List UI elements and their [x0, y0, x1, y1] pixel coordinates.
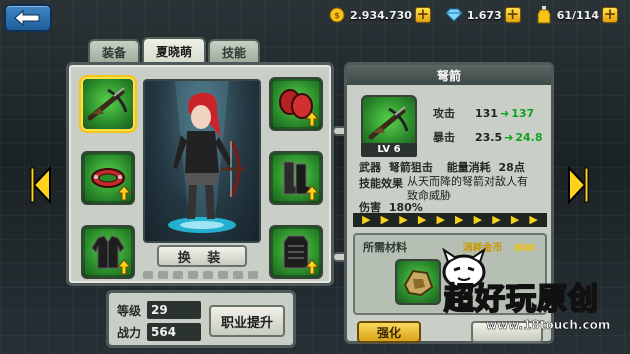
energy-label: 能量消耗 [446, 161, 491, 174]
attack-row: 攻击 131 ➜ 137 [433, 105, 534, 121]
energy-value: 28点 [498, 161, 525, 174]
crit-label: 暴击 [433, 131, 455, 144]
weapon-line: 武器 弩箭狙击 能量消耗 28点 [359, 159, 525, 175]
increase-arrow-icon: ➜ [499, 106, 510, 120]
back-arrow-icon [14, 9, 40, 27]
item-level-badge: LV 6 [361, 143, 417, 157]
resource-bar: $ 2.934.730 + 1.673 + 61/114 + [328, 4, 618, 26]
chevron-icon: ▶ [380, 213, 390, 226]
indicator-dot [173, 271, 183, 279]
attack-old-value: 131 [475, 106, 498, 120]
power-value: 564 [147, 323, 202, 341]
slot-vest[interactable] [269, 225, 323, 279]
svg-text:$: $ [334, 11, 340, 20]
upgrade-arrow-icon [305, 259, 319, 275]
upgrade-arrow-icon [117, 259, 131, 275]
upgrade-arrow-icon [305, 185, 319, 201]
diamond-amount: 1.673 [466, 8, 502, 22]
slot-gloves[interactable] [269, 77, 323, 131]
ore-material-icon [403, 269, 434, 297]
crit-old-value: 23.5 [475, 130, 503, 144]
next-character-button[interactable] [567, 165, 589, 205]
slot-boots[interactable] [269, 151, 323, 205]
enhance-button[interactable]: 强化 [357, 321, 421, 343]
chevron-icon: ▶ [455, 213, 464, 226]
add-diamond-button[interactable]: + [504, 7, 521, 23]
add-gold-button[interactable]: + [414, 7, 431, 23]
gold-resource: $ 2.934.730 + [328, 5, 431, 25]
character-stats-box: 等级 29 战力 564 职业提升 [106, 290, 296, 348]
watermark-url: www.18touch.com [486, 318, 611, 333]
watermark-text: 超好玩原创 [443, 281, 599, 318]
slot-crossbow[interactable] [81, 77, 135, 131]
slot-jacket[interactable] [81, 225, 135, 279]
character-tabs: 装备 夏晓萌 技能 [88, 37, 261, 63]
weapon-value: 弩箭狙击 [388, 161, 433, 174]
gold-amount: 2.934.730 [349, 8, 412, 22]
outfit-indicator-dots [143, 271, 258, 279]
swap-outfit-button[interactable]: 换 装 [157, 245, 247, 267]
arrow-right-icon [568, 165, 589, 205]
tab-character[interactable]: 夏晓萌 [142, 37, 207, 63]
chevron-icon: ▶ [362, 213, 371, 226]
chevron-icon: ▶ [417, 213, 427, 226]
indicator-dot [248, 271, 258, 279]
attack-label: 攻击 [433, 107, 455, 120]
chevron-icon: ▶ [399, 213, 408, 226]
diamond-resource: 1.673 + [445, 5, 521, 25]
upgrade-arrow-icon [117, 185, 131, 201]
chevron-icon: ▶ [492, 213, 501, 226]
character-portrait [143, 79, 261, 243]
slot-bracelet[interactable] [81, 151, 135, 205]
power-label: 战力 [117, 325, 142, 340]
indicator-dot [218, 271, 228, 279]
power-row: 战力 564 [117, 323, 202, 341]
crit-row: 暴击 23.5 ➜ 24.8 [433, 129, 543, 145]
diamond-icon [445, 6, 463, 24]
weapon-label: 武器 [359, 161, 381, 174]
crossbow-icon [368, 106, 409, 140]
progress-chevrons: ▶ ▶ ▶ ▶ ▶ ▶ ▶ ▶ ▶ ▶ [353, 213, 547, 227]
tab-skills[interactable]: 技能 [208, 39, 261, 63]
character-figure [168, 81, 245, 233]
equipment-panel: 换 装 [66, 62, 334, 286]
item-title: 弩箭 [347, 65, 551, 85]
arrow-left-icon [30, 165, 51, 205]
back-button[interactable] [4, 4, 52, 32]
indicator-dot [203, 271, 213, 279]
indicator-dot [233, 271, 243, 279]
chevron-icon: ▶ [436, 213, 445, 226]
materials-title: 所需材料 [363, 241, 407, 254]
add-stamina-button[interactable]: + [602, 7, 618, 23]
material-item-slot[interactable] [395, 259, 441, 305]
job-upgrade-button[interactable]: 职业提升 [209, 305, 285, 337]
stamina-bottle-icon [535, 6, 553, 24]
stamina-amount: 61/114 [556, 8, 599, 22]
effect-value: 从天而降的弩箭对敌人有致命威胁 [407, 175, 528, 202]
level-row: 等级 29 [117, 301, 202, 319]
increase-arrow-icon: ➜ [504, 130, 514, 144]
chevron-icon: ▶ [510, 213, 520, 226]
level-value: 29 [147, 301, 202, 319]
indicator-dot [188, 271, 198, 279]
previous-character-button[interactable] [30, 165, 52, 205]
cost-value: 800 [514, 243, 535, 254]
stamina-resource: 61/114 + [535, 5, 618, 25]
crit-new-value: 24.8 [515, 130, 543, 144]
crossbow-icon [87, 87, 128, 121]
level-label: 等级 [117, 303, 142, 318]
attack-new-value: 137 [511, 106, 535, 120]
tab-equipment[interactable]: 装备 [88, 39, 141, 63]
indicator-dot [143, 271, 153, 279]
chevron-icon: ▶ [529, 213, 538, 226]
chevron-icon: ▶ [473, 213, 483, 226]
indicator-dot [158, 271, 168, 279]
upgrade-arrow-icon [305, 111, 319, 127]
gold-coin-icon: $ [328, 6, 346, 24]
